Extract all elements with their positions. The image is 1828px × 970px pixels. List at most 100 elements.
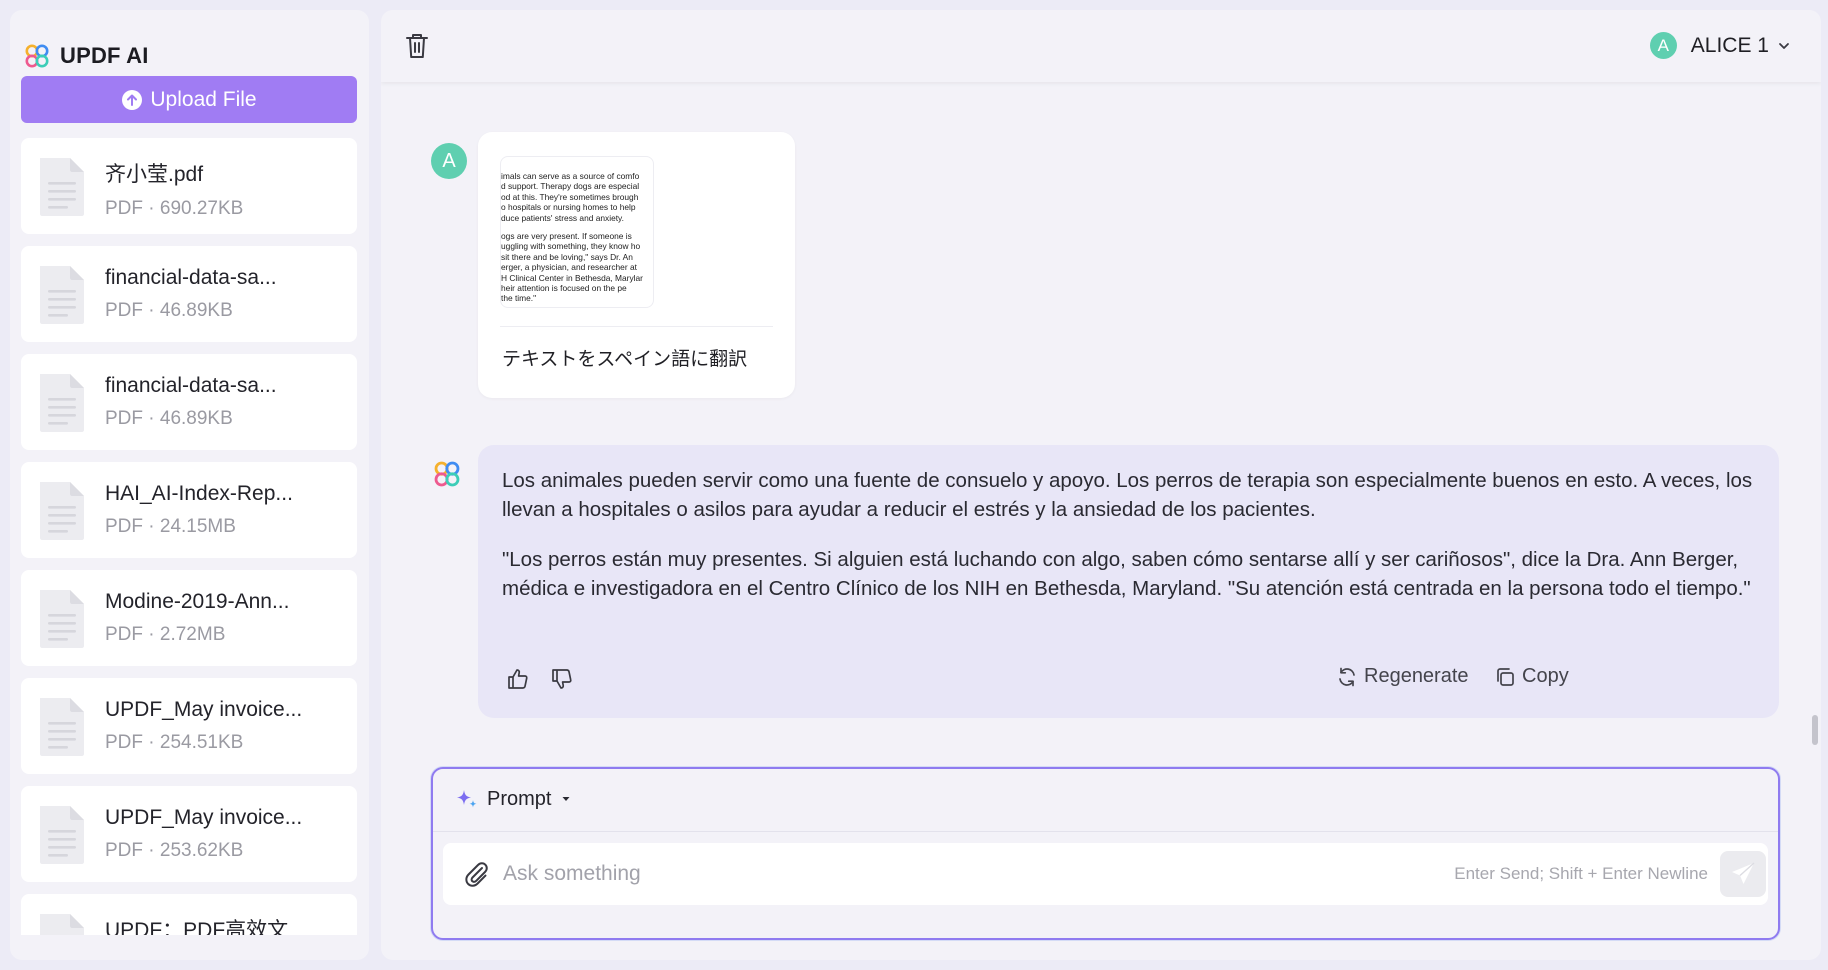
copy-button[interactable]: Copy — [1494, 665, 1569, 688]
thumbnail-line: heir attention is focused on the pe — [501, 283, 627, 294]
document-icon — [40, 374, 84, 432]
file-meta: PDF · 690.27KB — [105, 198, 244, 219]
top-bar: A ALICE 1 — [381, 10, 1821, 82]
ai-logo-icon — [434, 461, 460, 487]
file-text: 齐小莹.pdf PDF · 690.27KB — [105, 158, 243, 220]
upload-file-button[interactable]: Upload File — [21, 76, 357, 123]
send-icon — [1732, 862, 1755, 884]
refresh-icon — [1339, 667, 1355, 686]
thumbnail-line: uggling with something, they know ho — [501, 241, 641, 252]
file-text: UPDF_May invoice... PDF · 254.51KB — [105, 698, 302, 754]
send-hint: Enter Send; Shift + Enter Newline — [1454, 864, 1708, 883]
file-name: financial-data-sa... — [105, 266, 277, 289]
thumbnail-line: o hospitals or nursing homes to help — [501, 202, 636, 213]
thumbnail-line: od at this. They're sometimes brough — [501, 191, 639, 202]
thumbnail-paragraph-2: ogs are very present. If someone is uggli… — [501, 231, 653, 304]
file-text: HAI_AI-Index-Rep... PDF · 24.15MB — [105, 482, 293, 538]
user-name: ALICE 1 — [1690, 33, 1769, 57]
copy-label: Copy — [1522, 665, 1569, 687]
file-name: financial-data-sa... — [105, 374, 277, 397]
file-meta: PDF · 2.72MB — [105, 624, 226, 645]
file-meta: PDF · 24.15MB — [105, 516, 236, 537]
ai-paragraph-1: Los animales pueden servir como una fuen… — [502, 469, 1753, 521]
scrollbar-thumb[interactable] — [1812, 715, 1818, 745]
file-list-item[interactable]: UPDF_May invoice... PDF · 253.62KB — [21, 786, 357, 882]
composer-input-area: Enter Send; Shift + Enter Newline — [443, 843, 1768, 905]
file-name: UPDF_May invoice... — [105, 698, 303, 721]
send-button[interactable] — [1720, 851, 1766, 897]
document-icon — [40, 914, 84, 935]
prompt-label: Prompt — [487, 787, 552, 810]
file-list-item[interactable]: UPDF_May invoice... PDF · 254.51KB — [21, 678, 357, 774]
chat-panel: A ALICE 1 A imals can serve as a source … — [381, 10, 1821, 960]
upload-file-label: Upload File — [150, 87, 257, 111]
thumbs-down-icon — [552, 669, 572, 689]
thumbs-up-icon — [508, 669, 528, 689]
file-text: financial-data-sa... PDF · 46.89KB — [105, 266, 277, 322]
sparkle-icon — [457, 790, 477, 808]
file-name: Modine-2019-Ann... — [105, 590, 290, 613]
file-meta: PDF · 46.89KB — [105, 300, 233, 321]
file-name: 齐小莹.pdf — [105, 163, 204, 186]
ai-message-bubble: Los animales pueden servir como una fuen… — [478, 445, 1779, 718]
file-text: financial-data-sa... PDF · 46.89KB — [105, 374, 277, 430]
prompt-dropdown[interactable]: Prompt — [455, 787, 571, 811]
file-text: UPDF_May invoice... PDF · 253.62KB — [105, 806, 302, 862]
thumbnail-line: imals can serve as a source of comfo — [501, 171, 640, 181]
thumbnail-line: the time." — [501, 293, 537, 304]
document-icon — [40, 806, 84, 864]
user-message-text: テキストをスペイン語に翻訳 — [502, 348, 748, 370]
user-menu[interactable]: A ALICE 1 — [1649, 32, 1791, 59]
document-icon — [40, 698, 84, 756]
user-avatar: A — [431, 143, 467, 179]
composer: Prompt Enter Send; Shift + Enter Newline — [431, 767, 1780, 940]
thumbs-up-button[interactable] — [502, 663, 534, 695]
thumbnail-line: H Clinical Center in Bethesda, Marylar — [501, 272, 643, 283]
file-text: Modine-2019-Ann... PDF · 2.72MB — [105, 590, 289, 646]
thumbnail-line: ogs are very present. If someone is — [501, 231, 632, 242]
chevron-down-icon — [1779, 42, 1789, 49]
brand-name: UPDF AI — [60, 43, 149, 68]
regenerate-label: Regenerate — [1364, 665, 1469, 687]
trash-icon[interactable] — [404, 32, 430, 60]
file-list: 齐小莹.pdf PDF · 690.27KB financial-data-sa..… — [21, 138, 357, 935]
updf-logo-icon — [25, 44, 49, 68]
thumbnail-line: duce patients' stress and anxiety. — [501, 212, 624, 223]
user-message-card: imals can serve as a source of comfo d su… — [478, 132, 795, 398]
document-icon — [40, 482, 84, 540]
paperclip-icon[interactable] — [461, 859, 491, 889]
thumbnail-text: imals can serve as a source of comfo d su… — [501, 171, 653, 307]
document-icon — [40, 266, 84, 324]
file-list-item[interactable]: Modine-2019-Ann... PDF · 2.72MB — [21, 570, 357, 666]
file-name: UPDF_May invoice... — [105, 806, 303, 829]
document-icon — [40, 590, 84, 648]
card-divider — [500, 326, 773, 327]
file-name: UPDF：PDF高效文 — [105, 919, 289, 935]
file-name: HAI_AI-Index-Rep... — [105, 482, 293, 505]
caret-down-icon — [562, 797, 570, 801]
file-list-item[interactable]: 齐小莹.pdf PDF · 690.27KB — [21, 138, 357, 234]
file-meta: PDF · 254.51KB — [105, 732, 244, 753]
file-list-item[interactable]: UPDF：PDF高效文 — [21, 894, 357, 935]
ask-input[interactable] — [503, 853, 1263, 895]
thumbs-down-button[interactable] — [546, 663, 578, 695]
file-text: UPDF：PDF高效文 — [105, 914, 288, 935]
sidebar: UPDF AI Upload File 齐小莹.pdf PDF · 690.27K… — [10, 10, 369, 960]
ai-message-actions: Regenerate Copy — [502, 663, 1743, 697]
ai-message-text: Los animales pueden servir como una fuen… — [502, 467, 1757, 603]
avatar: A — [1649, 32, 1677, 59]
thumbnail-paragraph-1: imals can serve as a source of comfo d su… — [501, 171, 653, 223]
thumbnail-line: sit there and be loving," says Dr. An — [501, 251, 633, 262]
brand: UPDF AI — [24, 32, 149, 80]
document-icon — [40, 158, 84, 216]
file-list-item[interactable]: financial-data-sa... PDF · 46.89KB — [21, 354, 357, 450]
file-meta: PDF · 253.62KB — [105, 840, 244, 861]
file-list-item[interactable]: HAI_AI-Index-Rep... PDF · 24.15MB — [21, 462, 357, 558]
attachment-thumbnail[interactable]: imals can serve as a source of comfo d su… — [500, 156, 654, 308]
file-list-item[interactable]: financial-data-sa... PDF · 46.89KB — [21, 246, 357, 342]
regenerate-button[interactable]: Regenerate — [1336, 665, 1469, 688]
upload-icon — [122, 89, 143, 110]
thumbnail-line: d support. Therapy dogs are especial — [501, 181, 640, 192]
ai-paragraph-2: "Los perros están muy presentes. Si algu… — [502, 548, 1751, 600]
composer-divider — [433, 831, 1778, 832]
